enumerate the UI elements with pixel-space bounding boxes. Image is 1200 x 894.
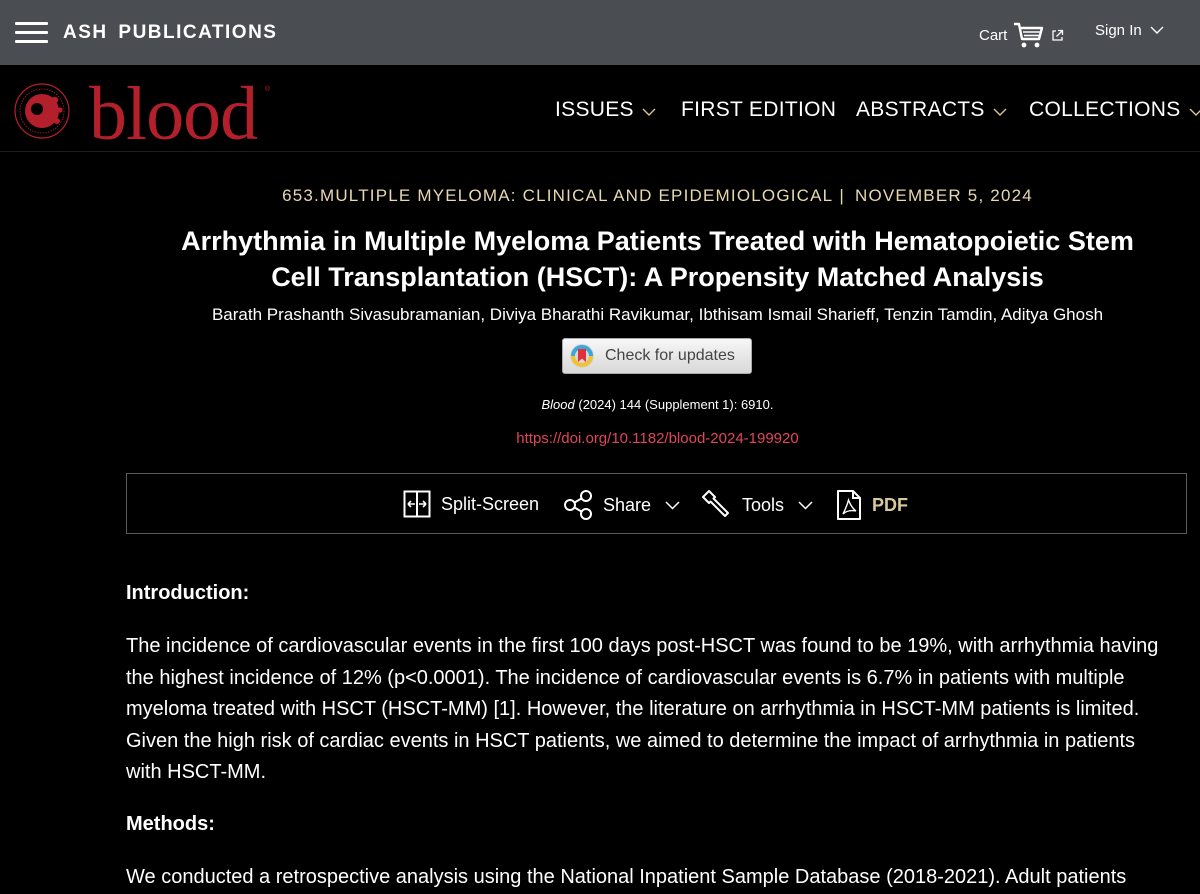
nav-first-edition[interactable]: FIRST EDITION [681,98,836,122]
introduction-heading: Introduction: [126,582,249,605]
chevron-down-icon [993,108,1007,117]
chevron-down-icon [1189,108,1200,117]
article-authors[interactable]: Barath Prashanth Sivasubramanian, Diviya… [140,305,1175,325]
nav-collections-label: COLLECTIONS [1029,98,1181,122]
pdf-label: PDF [872,495,908,516]
article-title: Arrhythmia in Multiple Myeloma Patients … [140,223,1175,295]
sign-in-label: Sign In [1095,22,1142,39]
paragraph-line: Given the high risk of cardiac events in… [126,726,1190,758]
crossmark-icon [569,343,595,369]
external-link-icon [1051,29,1064,42]
nav-collections[interactable]: COLLECTIONS [1029,98,1200,122]
check-for-updates-button[interactable]: Check for updates [562,338,752,374]
share-icon [563,490,593,520]
blood-logo[interactable]: blood ® [10,73,280,149]
article-category-line: 653.MULTIPLE MYELOMA: CLINICAL AND EPIDE… [0,186,1200,206]
article-category[interactable]: 653.MULTIPLE MYELOMA: CLINICAL AND EPIDE… [282,186,833,205]
paragraph-line: The incidence of cardiovascular events i… [126,631,1190,663]
article-title-line: Cell Transplantation (HSCT): A Propensit… [140,259,1175,295]
chevron-down-icon [1150,26,1164,35]
cart-label: Cart [979,27,1007,44]
split-screen-label: Split-Screen [441,494,539,515]
logo-wordmark: blood [89,73,258,149]
nav-issues[interactable]: ISSUES [555,98,656,122]
split-screen-button[interactable]: Split-Screen [403,490,539,518]
article-title-line: Arrhythmia in Multiple Myeloma Patients … [140,223,1175,259]
paragraph-line: with HSCT-MM. [126,757,1190,789]
article-citation: Blood (2024) 144 (Supplement 1): 6910. [140,397,1175,412]
share-label: Share [603,495,651,516]
sign-in-menu[interactable]: Sign In [1095,22,1164,39]
svg-text:®: ® [265,85,271,93]
tools-label: Tools [742,495,784,516]
cart-link[interactable]: Cart [979,21,1064,49]
citation-journal: Blood [542,397,575,412]
pdf-file-icon [836,490,862,520]
chevron-down-icon [665,501,680,510]
paragraph-line: the highest incidence of 12% (p<0.0001).… [126,663,1190,695]
cart-icon [1013,21,1045,49]
citation-details: (2024) 144 (Supplement 1): 6910. [575,397,774,412]
site-brand[interactable]: ASH PUBLICATIONS [63,22,277,44]
category-separator: | [839,186,845,205]
menu-icon[interactable] [15,22,48,44]
article-toolbar: Split-Screen Share Tools PDF [126,473,1187,534]
split-screen-icon [403,490,431,518]
top-bar: ASH PUBLICATIONS Cart Sign In [0,0,1200,65]
pdf-button[interactable]: PDF [836,490,908,520]
methods-heading: Methods: [126,813,215,836]
check-for-updates-label: Check for updates [605,347,735,365]
article-date: NOVEMBER 5, 2024 [855,186,1033,205]
methods-paragraph: We conducted a retrospective analysis us… [126,862,1200,894]
nav-abstracts[interactable]: ABSTRACTS [856,98,1007,122]
nav-issues-label: ISSUES [555,98,634,122]
journal-header: blood ® ISSUES FIRST EDITION ABSTRACTS C… [0,65,1200,152]
introduction-paragraph: The incidence of cardiovascular events i… [126,631,1190,789]
wrench-icon [702,490,732,520]
nav-abstracts-label: ABSTRACTS [856,98,985,122]
chevron-down-icon [642,108,656,117]
doi-link[interactable]: https://doi.org/10.1182/blood-2024-19992… [140,430,1175,447]
chevron-down-icon [798,501,813,510]
tools-menu[interactable]: Tools [702,490,813,520]
nav-first-edition-label: FIRST EDITION [681,98,836,122]
paragraph-line: myeloma treated with HSCT (HSCT-MM) [1].… [126,694,1190,726]
share-menu[interactable]: Share [563,490,680,520]
